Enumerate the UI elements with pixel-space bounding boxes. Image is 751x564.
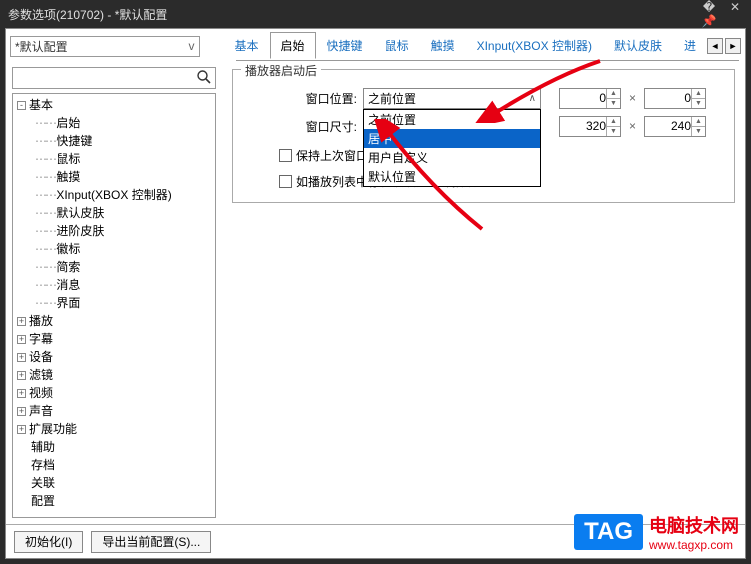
dropdown-option[interactable]: 默认位置 (364, 167, 540, 186)
tree-item[interactable]: 鼠标 (56, 152, 80, 166)
tab-xinput[interactable]: XInput(XBOX 控制器) (466, 32, 603, 59)
tree-toggle[interactable]: + (17, 425, 26, 434)
input-value: 0 (599, 91, 606, 105)
tab-hotkey[interactable]: 快捷键 (316, 32, 374, 59)
spin-down-icon[interactable]: ▼ (606, 127, 620, 136)
tree-item[interactable]: 滤镜 (29, 368, 53, 382)
tab-scroll-left[interactable]: ◄ (707, 38, 723, 54)
times-icon: × (629, 119, 636, 133)
size-w-input[interactable]: 320 ▲▼ (559, 116, 621, 137)
dropdown-option[interactable]: 用户自定义 (364, 148, 540, 167)
size-h-input[interactable]: 240 ▲▼ (644, 116, 706, 137)
tab-start[interactable]: 启始 (270, 32, 316, 59)
search-input[interactable] (12, 67, 216, 89)
tree-item[interactable]: XInput(XBOX 控制器) (56, 188, 171, 202)
pos-x-input[interactable]: 0 ▲▼ (559, 88, 621, 109)
tree-toggle[interactable]: + (17, 317, 26, 326)
export-config-button[interactable]: 导出当前配置(S)... (91, 531, 211, 553)
spin-down-icon[interactable]: ▼ (691, 99, 705, 108)
window-position-combo[interactable]: 之前位置 ∧ 之前位置 居中 用户自定义 默认位置 (363, 88, 541, 109)
window-position-dropdown[interactable]: 之前位置 居中 用户自定义 默认位置 (363, 109, 541, 187)
chevron-up-icon: ∧ (529, 93, 536, 104)
profile-select[interactable]: *默认配置 v (10, 36, 200, 57)
tree-item[interactable]: 徽标 (56, 242, 80, 256)
spin-up-icon[interactable]: ▲ (691, 117, 705, 127)
spin-up-icon[interactable]: ▲ (606, 89, 620, 99)
dropdown-option[interactable]: 居中 (364, 129, 540, 148)
tree-item[interactable]: 启始 (56, 116, 80, 130)
titlebar: 参数选项(210702) - *默认配置 �📌 ✕ (0, 0, 751, 28)
tab-more[interactable]: 进 (673, 32, 707, 59)
chevron-down-icon: v (189, 39, 195, 53)
tab-basic[interactable]: 基本 (224, 32, 270, 59)
spin-up-icon[interactable]: ▲ (691, 89, 705, 99)
pos-y-input[interactable]: 0 ▲▼ (644, 88, 706, 109)
tree-item[interactable]: 基本 (29, 98, 53, 112)
tab-touch[interactable]: 触摸 (420, 32, 466, 59)
initialize-button[interactable]: 初始化(I) (14, 531, 83, 553)
checkbox-icon[interactable] (279, 149, 292, 162)
search-icon[interactable] (196, 69, 212, 85)
combo-value: 之前位置 (368, 90, 416, 107)
close-icon[interactable]: ✕ (727, 0, 743, 28)
tree-item[interactable]: 默认皮肤 (56, 206, 104, 220)
tree-item[interactable]: 字幕 (29, 332, 53, 346)
input-value: 240 (671, 119, 691, 133)
tree-toggle[interactable]: + (17, 335, 26, 344)
tab-mouse[interactable]: 鼠标 (374, 32, 420, 59)
spin-up-icon[interactable]: ▲ (606, 117, 620, 127)
pin-icon[interactable]: �📌 (701, 0, 717, 28)
tree-item[interactable]: 关联 (31, 476, 55, 490)
tree-item[interactable]: 触摸 (56, 170, 80, 184)
tree-item[interactable]: 播放 (29, 314, 53, 328)
group-legend: 播放器启动后 (241, 62, 321, 79)
tree-item[interactable]: 界面 (56, 296, 80, 310)
window-position-label: 窗口位置: (243, 90, 363, 107)
tree-toggle[interactable]: + (17, 371, 26, 380)
tree-item[interactable]: 消息 (56, 278, 80, 292)
tree-toggle[interactable]: + (17, 353, 26, 362)
tree-item[interactable]: 简索 (56, 260, 80, 274)
tab-strip: 基本 启始 快捷键 鼠标 触摸 XInput(XBOX 控制器) 默认皮肤 进 (224, 33, 707, 59)
tree-item[interactable]: 设备 (29, 350, 53, 364)
spin-down-icon[interactable]: ▼ (691, 127, 705, 136)
profile-selected: *默认配置 (15, 38, 68, 55)
window-title: 参数选项(210702) - *默认配置 (8, 6, 167, 23)
tree-item[interactable]: 视频 (29, 386, 53, 400)
tree-item[interactable]: 快捷键 (56, 134, 92, 148)
startup-group: 播放器启动后 窗口位置: 之前位置 ∧ 之前位置 居中 用户自定义 默认位置 (232, 69, 735, 203)
dropdown-option[interactable]: 之前位置 (364, 110, 540, 129)
input-value: 0 (684, 91, 691, 105)
tree-item[interactable]: 进阶皮肤 (56, 224, 104, 238)
category-tree[interactable]: -基本 启始 快捷键 鼠标 触摸 XInput(XBOX 控制器) 默认皮肤 进… (12, 93, 216, 518)
tab-scroll-right[interactable]: ► (725, 38, 741, 54)
spin-down-icon[interactable]: ▼ (606, 99, 620, 108)
checkbox-icon[interactable] (279, 175, 292, 188)
tree-item[interactable]: 声音 (29, 404, 53, 418)
input-value: 320 (586, 119, 606, 133)
tab-skin[interactable]: 默认皮肤 (603, 32, 673, 59)
times-icon: × (629, 91, 636, 105)
tree-item[interactable]: 配置 (31, 494, 55, 508)
tree-item[interactable]: 扩展功能 (29, 422, 77, 436)
tree-item[interactable]: 辅助 (31, 440, 55, 454)
window-size-label: 窗口尺寸: (243, 118, 363, 135)
tree-toggle[interactable]: - (17, 101, 26, 110)
tree-toggle[interactable]: + (17, 407, 26, 416)
tree-toggle[interactable]: + (17, 389, 26, 398)
tree-item[interactable]: 存档 (31, 458, 55, 472)
